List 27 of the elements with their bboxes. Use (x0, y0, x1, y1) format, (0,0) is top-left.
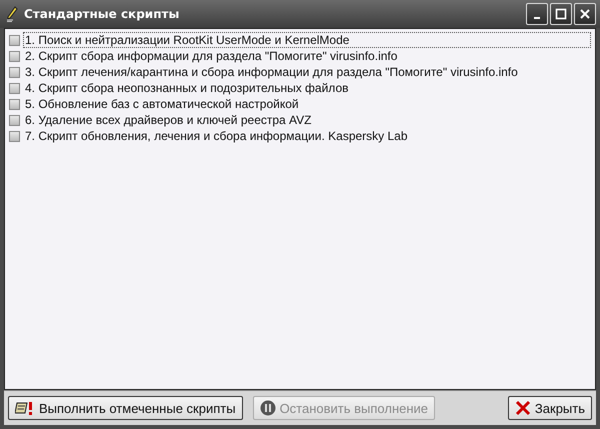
script-label[interactable]: 7. Скрипт обновления, лечения и сбора информации. Kaspersky Lab (23, 128, 410, 144)
close-button[interactable]: Закрыть (508, 396, 592, 420)
pause-icon (260, 400, 276, 416)
scroll-warning-icon (15, 400, 35, 416)
checkbox[interactable] (9, 50, 20, 62)
checkbox[interactable] (9, 98, 20, 110)
checkbox[interactable] (9, 66, 20, 78)
checkbox[interactable] (9, 34, 20, 46)
checkbox[interactable] (9, 114, 20, 126)
maximize-icon (555, 8, 567, 20)
pen-icon (6, 6, 18, 22)
checkbox[interactable] (9, 130, 20, 142)
script-label[interactable]: 3. Скрипт лечения/карантина и сбора информации для раздела "Помогите" virusinfo.info (23, 64, 520, 80)
maximize-button[interactable] (550, 3, 572, 25)
script-label[interactable]: 2. Скрипт сбора информации для раздела "Помогите" virusinfo.info (23, 48, 400, 64)
minimize-icon (534, 17, 540, 19)
run-button[interactable]: Выполнить отмеченные скрипты (8, 396, 243, 420)
script-label[interactable]: 1. Поиск и нейтрализации RootKit UserMode и KernelMode (23, 32, 591, 48)
close-button[interactable] (574, 3, 596, 25)
close-icon (579, 8, 591, 20)
window-title: Стандартные скрипты (24, 7, 180, 21)
close-icon (514, 400, 531, 416)
script-label[interactable]: 5. Обновление баз с автоматической настройкой (23, 96, 301, 112)
script-label[interactable]: 4. Скрипт сбора неопознанных и подозрительных файлов (23, 80, 350, 96)
minimize-button[interactable] (526, 3, 548, 25)
checkbox[interactable] (9, 82, 20, 94)
script-label[interactable]: 6. Удаление всех драйверов и ключей реестра AVZ (23, 112, 314, 128)
